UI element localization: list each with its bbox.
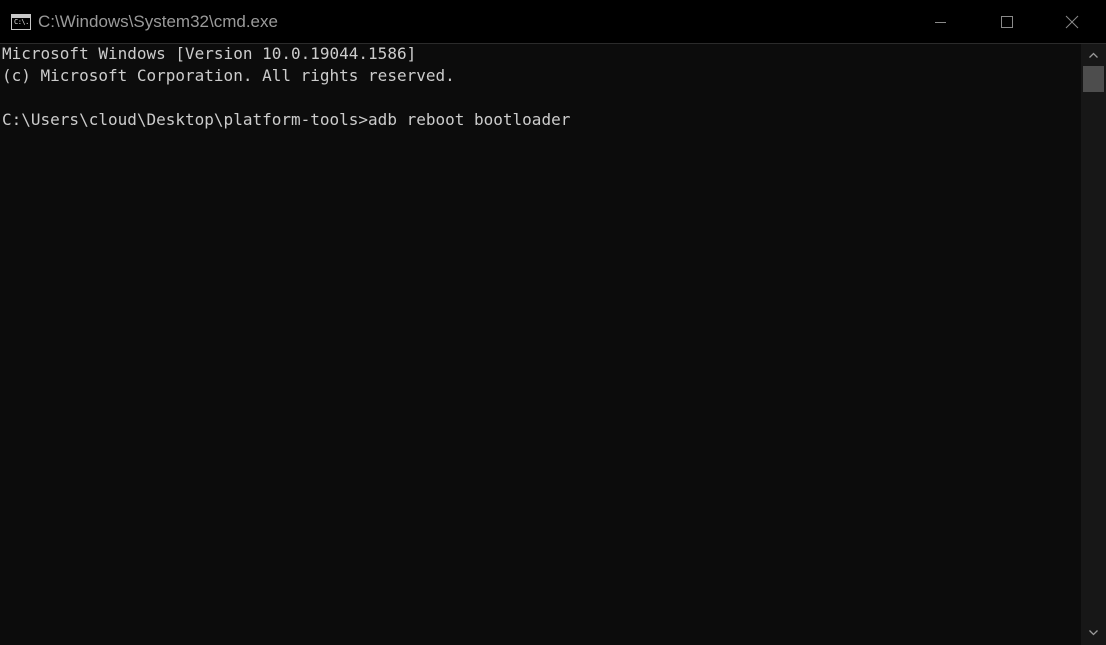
chevron-down-icon: [1089, 630, 1098, 636]
chevron-up-icon: [1089, 52, 1098, 58]
maximize-button[interactable]: [973, 0, 1039, 44]
scroll-down-button[interactable]: [1081, 622, 1106, 644]
window-title: C:\Windows\System32\cmd.exe: [38, 12, 278, 31]
console-line-copyright: (c) Microsoft Corporation. All rights re…: [2, 66, 455, 85]
cmd-icon-text: C:\.: [14, 18, 29, 26]
console-line-command: C:\Users\cloud\Desktop\platform-tools>ad…: [2, 110, 571, 129]
scroll-thumb[interactable]: [1083, 66, 1104, 92]
cmd-icon[interactable]: C:\.: [11, 14, 31, 30]
close-button[interactable]: [1039, 0, 1105, 44]
close-icon: [1065, 15, 1079, 29]
console-line-version: Microsoft Windows [Version 10.0.19044.15…: [2, 44, 417, 63]
cmd-window: C:\. C:\Windows\System32\cmd.exe Microso…: [0, 0, 1106, 645]
minimize-icon: [935, 22, 946, 23]
vertical-scrollbar[interactable]: [1081, 44, 1106, 645]
minimize-button[interactable]: [907, 0, 973, 44]
scroll-up-button[interactable]: [1081, 44, 1106, 66]
console-output[interactable]: Microsoft Windows [Version 10.0.19044.15…: [0, 44, 1081, 645]
maximize-icon: [1001, 16, 1013, 28]
title-bar[interactable]: C:\. C:\Windows\System32\cmd.exe: [0, 0, 1106, 44]
